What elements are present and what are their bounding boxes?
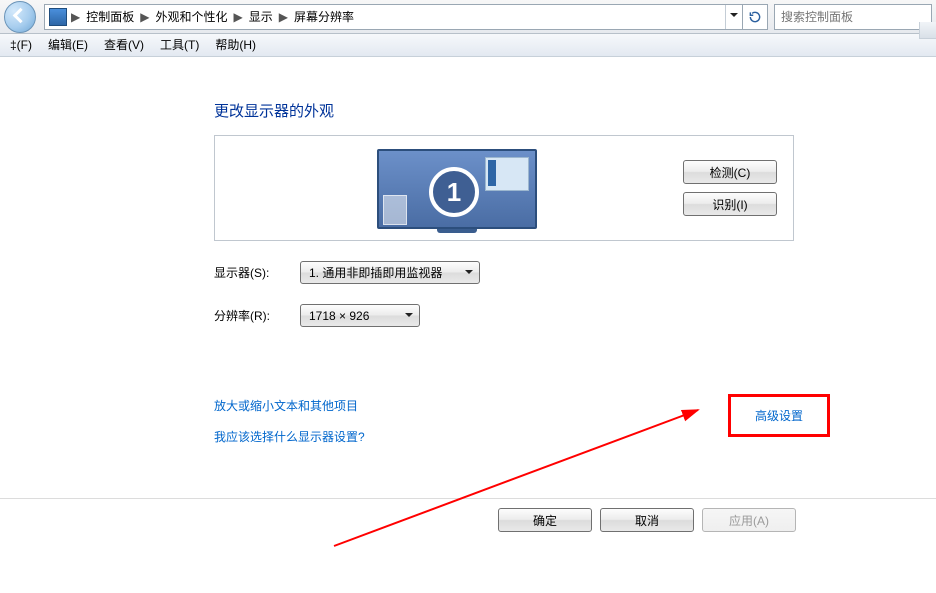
monitor-preview[interactable]: 1: [231, 147, 683, 229]
menu-edit[interactable]: 编辑(E): [40, 34, 96, 56]
crumb-resolution[interactable]: 屏幕分辨率: [288, 5, 360, 29]
crumb-display[interactable]: 显示: [243, 5, 279, 29]
monitor-thumbnail-icon: [485, 157, 529, 191]
chevron-right-icon: ▶: [71, 10, 80, 24]
which-settings-link[interactable]: 我应该选择什么显示器设置?: [214, 430, 365, 444]
detect-button[interactable]: 检测(C): [683, 160, 777, 184]
menu-view[interactable]: 查看(V): [96, 34, 152, 56]
ok-button[interactable]: 确定: [498, 508, 592, 532]
content-area: 更改显示器的外观 1 检测(C) 识别(I) 显示器(S): 1. 通用非即插即…: [0, 56, 936, 593]
scrollbar-stub: [919, 22, 936, 39]
chevron-right-icon: ▶: [234, 10, 243, 24]
apply-button[interactable]: 应用(A): [702, 508, 796, 532]
crumb-control-panel[interactable]: 控制面板: [80, 5, 140, 29]
display-select[interactable]: 1. 通用非即插即用监视器: [300, 261, 480, 284]
monitor-stand: [437, 229, 477, 233]
menu-file[interactable]: ‡(F): [2, 34, 40, 56]
path-dropdown-icon[interactable]: [725, 5, 742, 29]
resolution-select[interactable]: 1718 × 926: [300, 304, 420, 327]
search-input[interactable]: [779, 9, 927, 25]
dialog-button-row: 确定 取消 应用(A): [498, 508, 796, 532]
identify-button[interactable]: 识别(I): [683, 192, 777, 216]
resolution-select-value: 1718 × 926: [309, 309, 369, 323]
cancel-button[interactable]: 取消: [600, 508, 694, 532]
annotation-highlight-box: 高级设置: [728, 394, 830, 437]
monitor-preview-frame: 1 检测(C) 识别(I): [214, 135, 794, 241]
control-panel-icon: [49, 8, 67, 26]
chevron-right-icon: ▶: [140, 10, 149, 24]
back-button[interactable]: [4, 1, 36, 33]
menu-help[interactable]: 帮助(H): [207, 34, 264, 56]
display-select-value: 1. 通用非即插即用监视器: [309, 264, 442, 281]
display-label: 显示器(S):: [214, 264, 300, 281]
monitor-strip-icon: [383, 195, 407, 225]
zoom-text-link[interactable]: 放大或缩小文本和其他项目: [214, 399, 358, 413]
separator: [0, 498, 936, 499]
chevron-right-icon: ▶: [279, 10, 288, 24]
monitor-1[interactable]: 1: [377, 149, 537, 229]
monitor-number-badge: 1: [429, 167, 479, 217]
menu-tools[interactable]: 工具(T): [152, 34, 207, 56]
breadcrumb[interactable]: ▶ 控制面板 ▶ 外观和个性化 ▶ 显示 ▶ 屏幕分辨率: [44, 4, 743, 30]
menu-bar: ‡(F) 编辑(E) 查看(V) 工具(T) 帮助(H): [0, 34, 936, 57]
refresh-button[interactable]: [743, 4, 768, 30]
page-title: 更改显示器的外观: [214, 100, 794, 121]
address-bar: ▶ 控制面板 ▶ 外观和个性化 ▶ 显示 ▶ 屏幕分辨率: [0, 0, 936, 34]
resolution-label: 分辨率(R):: [214, 307, 300, 324]
search-box[interactable]: [774, 4, 932, 30]
refresh-icon: [748, 10, 762, 24]
advanced-settings-link[interactable]: 高级设置: [755, 409, 803, 423]
crumb-appearance[interactable]: 外观和个性化: [149, 5, 233, 29]
